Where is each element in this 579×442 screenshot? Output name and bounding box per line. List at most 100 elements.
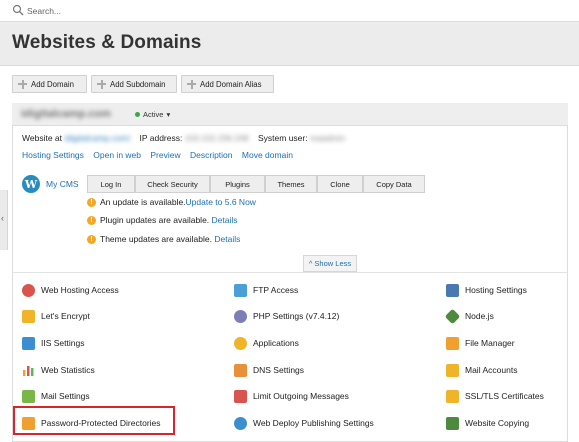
tool-label: Web Statistics [41,365,95,375]
applications-icon [234,336,247,350]
move-domain-link[interactable]: Move domain [242,150,293,160]
hosting-settings-icon [446,283,459,297]
show-less-button[interactable]: ^ Show Less [303,255,357,272]
tool-php-settings[interactable]: PHP Settings (v7.4.12) [234,308,339,324]
tool-label: Web Deploy Publishing Settings [253,418,374,428]
nodejs-icon [444,308,461,324]
highlight-box [13,406,175,435]
notice-text: An update is available. [100,197,186,207]
update-notice: ! An update is available.Update to 5.6 N… [87,197,256,207]
sidebar-collapse-handle[interactable]: ‹ [0,190,8,250]
section-divider [12,272,568,273]
limit-messages-icon [234,389,247,403]
add-domain-button[interactable]: Add Domain [12,75,87,93]
wp-copy-data-button[interactable]: Copy Data [363,175,425,193]
chevron-up-icon: ^ [308,259,313,268]
plus-icon [187,79,196,89]
wp-themes-button[interactable]: Themes [265,175,317,193]
tool-label: FTP Access [253,285,299,295]
dns-settings-icon [234,363,247,377]
system-user-label: System user: [258,133,308,143]
tool-mail-accounts[interactable]: Mail Accounts [446,362,517,378]
add-domain-alias-button[interactable]: Add Domain Alias [181,75,274,93]
tool-nodejs[interactable]: Node.js [444,308,494,324]
theme-details-link[interactable]: Details [214,234,240,244]
tool-label: Applications [253,338,299,348]
website-copying-icon [446,416,459,430]
tool-label: DNS Settings [253,365,305,375]
warning-icon: ! [87,215,96,225]
tool-label: Node.js [465,311,494,321]
tool-label: Mail Settings [41,391,90,401]
preview-link[interactable]: Preview [150,150,180,160]
bar-chart-icon [22,364,35,377]
search-bar [0,0,579,22]
tool-ssl-tls-certificates[interactable]: SSL/TLS Certificates [446,388,544,404]
notice-text: Theme updates are available. [100,234,212,244]
open-in-web-link[interactable]: Open in web [93,150,141,160]
search-input[interactable] [27,3,567,18]
website-url-link[interactable]: idigitalcamp.com/ [64,133,130,143]
chevron-left-icon: ‹ [1,213,4,223]
wp-log-in-button[interactable]: Log In [87,175,135,193]
iis-settings-icon [22,336,35,350]
tool-ftp-access[interactable]: FTP Access [234,282,298,298]
tool-web-statistics[interactable]: Web Statistics [22,362,95,378]
tool-dns-settings[interactable]: DNS Settings [234,362,304,378]
domain-name[interactable]: idigitalcamp.com [21,108,111,120]
warning-icon: ! [87,234,96,244]
tool-label: Web Hosting Access [41,285,119,295]
domain-info-row: Website at idigitalcamp.com/ IP address:… [22,133,345,143]
tool-label: File Manager [465,338,515,348]
hosting-settings-link[interactable]: Hosting Settings [22,150,84,160]
ftp-access-icon [234,283,247,297]
system-user-value: maadmin [309,133,345,143]
lets-encrypt-icon [22,309,35,323]
tool-web-hosting-access[interactable]: Web Hosting Access [22,282,119,298]
wp-check-security-button[interactable]: Check Security [135,175,210,193]
notice-text: Plugin updates are available. [100,215,210,225]
tool-label: IIS Settings [41,338,85,348]
status-label: Active [143,110,164,119]
page-title: Websites & Domains [12,32,202,53]
theme-notice: ! Theme updates are available. Details [87,234,240,244]
add-subdomain-button[interactable]: Add Subdomain [91,75,177,93]
web-deploy-icon [234,416,247,430]
plugin-details-link[interactable]: Details [212,215,238,225]
tool-label: PHP Settings (v7.4.12) [253,311,340,321]
active-status-icon [135,112,140,117]
tool-iis-settings[interactable]: IIS Settings [22,335,84,351]
tool-website-copying[interactable]: Website Copying [446,415,529,431]
plus-icon [18,79,27,89]
status-dropdown[interactable]: Active ▾ [135,110,170,119]
wp-clone-button[interactable]: Clone [317,175,363,193]
tool-mail-settings[interactable]: Mail Settings [22,388,90,404]
show-less-label: Show Less [314,259,352,268]
tool-lets-encrypt[interactable]: Let's Encrypt [22,308,90,324]
add-domain-alias-label: Add Domain Alias [200,79,262,89]
update-now-link[interactable]: Update to 5.6 Now [186,197,256,207]
tool-label: Limit Outgoing Messages [253,391,349,401]
mail-settings-icon [22,389,35,403]
domain-links: Hosting Settings Open in web Preview Des… [22,150,300,160]
add-subdomain-label: Add Subdomain [110,79,166,89]
tool-hosting-settings[interactable]: Hosting Settings [446,282,527,298]
tool-limit-outgoing-messages[interactable]: Limit Outgoing Messages [234,388,349,404]
website-at-label: Website at [22,133,63,143]
description-link[interactable]: Description [190,150,233,160]
php-icon [234,309,247,323]
wordpress-site-name[interactable]: My CMS [46,179,79,189]
add-domain-label: Add Domain [31,79,74,89]
mail-accounts-icon [446,363,459,377]
wp-plugins-button[interactable]: Plugins [210,175,265,193]
tool-label: SSL/TLS Certificates [465,391,544,401]
search-icon[interactable] [12,4,24,16]
page-header: Websites & Domains [0,22,579,66]
folder-icon [446,336,459,350]
tool-label: Mail Accounts [465,365,518,375]
domain-card-header: idigitalcamp.com Active ▾ [12,103,568,126]
tool-file-manager[interactable]: File Manager [446,335,515,351]
tool-web-deploy-publishing-settings[interactable]: Web Deploy Publishing Settings [234,415,374,431]
tool-applications[interactable]: Applications [234,335,299,351]
tool-label: Website Copying [465,418,530,428]
